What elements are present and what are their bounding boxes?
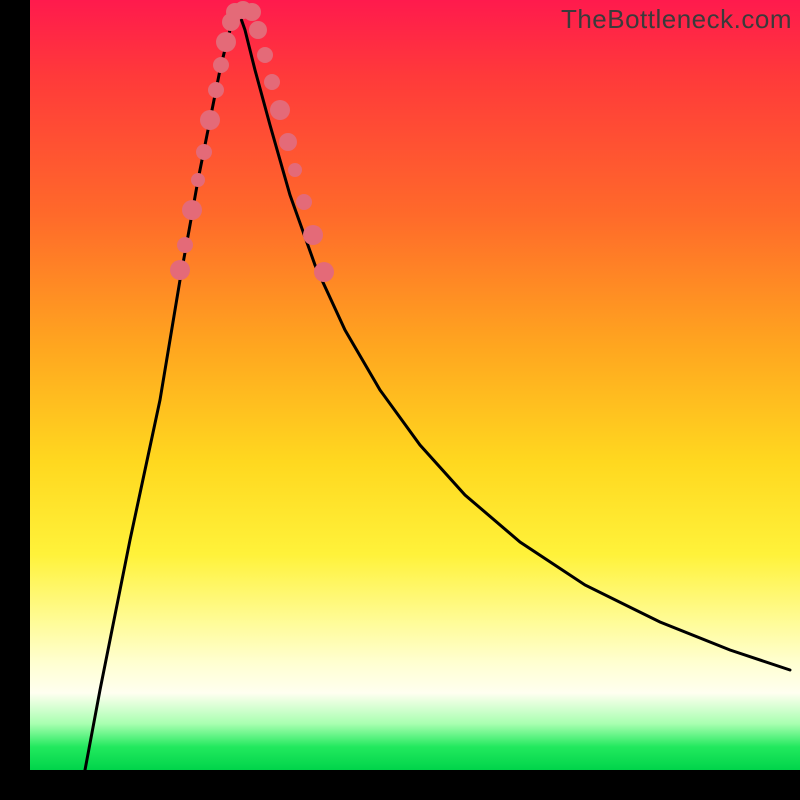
plot-area: TheBottleneck.com [30,0,800,770]
data-marker [264,74,280,90]
data-marker [196,144,212,160]
marker-layer [170,1,334,282]
data-marker [191,173,205,187]
data-marker [296,194,312,210]
data-marker [182,200,202,220]
data-marker [200,110,220,130]
data-marker [213,57,229,73]
data-marker [177,237,193,253]
chart-svg [30,0,800,770]
data-marker [257,47,273,63]
data-marker [216,32,236,52]
data-marker [208,82,224,98]
data-marker [279,133,297,151]
data-marker [170,260,190,280]
data-marker [314,262,334,282]
data-marker [249,21,267,39]
curve-layer [85,10,790,770]
data-marker [303,225,323,245]
data-marker [270,100,290,120]
data-marker [243,3,261,21]
right-curve [238,10,790,670]
data-marker [288,163,302,177]
chart-frame: TheBottleneck.com [0,0,800,800]
